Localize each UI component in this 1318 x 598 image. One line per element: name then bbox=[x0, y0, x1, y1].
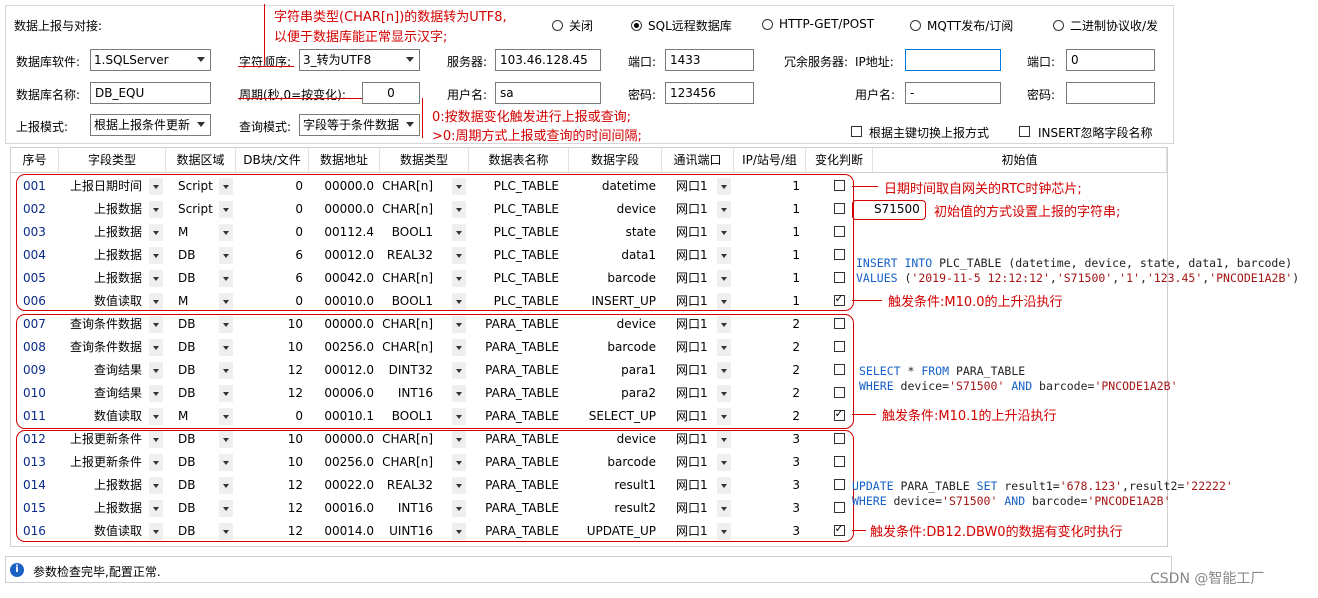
char-order-select[interactable]: 3_转为UTF8 bbox=[299, 49, 420, 71]
datetime-pointer bbox=[852, 186, 878, 187]
radio-http[interactable]: HTTP-GET/POST bbox=[762, 17, 874, 31]
period-note-line2: >0:周期方式上报或查询的时间间隔; bbox=[432, 129, 642, 144]
server-label: 服务器: bbox=[447, 55, 488, 69]
trigger1-pointer bbox=[852, 300, 882, 301]
sql-insert-line2: VALUES ('2019-11-5 12:12:12','S71500','1… bbox=[856, 271, 1300, 285]
radio-sql[interactable]: SQL远程数据库 bbox=[631, 17, 732, 34]
watermark: CSDN @智能工厂 bbox=[1150, 571, 1265, 587]
password2-input[interactable] bbox=[1066, 82, 1155, 104]
user2-input[interactable]: - bbox=[905, 82, 1001, 104]
trigger3-pointer bbox=[852, 530, 866, 531]
column-header[interactable]: 数据表名称 bbox=[469, 148, 569, 173]
period-underline bbox=[238, 98, 362, 99]
user-input[interactable]: sa bbox=[495, 82, 601, 104]
column-header[interactable]: 数据区域 bbox=[166, 148, 236, 173]
chevron-down-icon bbox=[197, 122, 205, 127]
radio-mqtt[interactable]: MQTT发布/订阅 bbox=[910, 17, 1013, 34]
column-header[interactable]: 数据地址 bbox=[309, 148, 380, 173]
period-input[interactable]: 0 bbox=[362, 82, 420, 104]
init-value-s71500[interactable]: S71500 bbox=[874, 198, 920, 221]
db-name-input[interactable]: DB_EQU bbox=[90, 82, 211, 104]
user-label: 用户名: bbox=[447, 88, 488, 102]
radio-mqtt-circle[interactable] bbox=[910, 20, 921, 31]
info-icon: i bbox=[10, 563, 24, 577]
period-note-pointer bbox=[422, 98, 431, 138]
period-note-line1: 0:按数据变化触发进行上报或查询; bbox=[432, 110, 632, 125]
server-input[interactable]: 103.46.128.45 bbox=[495, 49, 601, 71]
port-label: 端口: bbox=[628, 55, 657, 69]
insert-ignore-checkbox[interactable] bbox=[1019, 126, 1030, 137]
ip-label: IP地址: bbox=[855, 55, 894, 69]
column-header[interactable]: 通讯端口 bbox=[662, 148, 734, 173]
insert-ignore-label: INSERT忽略字段名称 bbox=[1038, 126, 1153, 140]
password-input[interactable]: 123456 bbox=[665, 82, 754, 104]
password2-label: 密码: bbox=[1027, 88, 1056, 102]
column-header[interactable]: 字段类型 bbox=[59, 148, 166, 173]
radio-close[interactable]: 关闭 bbox=[552, 17, 593, 34]
column-header[interactable]: DB块/文件 bbox=[236, 148, 309, 173]
radio-http-circle[interactable] bbox=[762, 18, 773, 30]
column-header[interactable]: 变化判断 bbox=[806, 148, 873, 173]
column-header[interactable]: 数据类型 bbox=[380, 148, 469, 173]
period-label: 周期(秒,0=按变化): bbox=[239, 88, 346, 102]
query-mode-label: 查询模式: bbox=[239, 120, 292, 134]
trigger3-note: 触发条件:DB12.DBW0的数据有变化时执行 bbox=[870, 525, 1123, 540]
sql-update-line1: UPDATE PARA_TABLE SET result1='678.123',… bbox=[852, 479, 1233, 493]
report-mode-label: 上报模式: bbox=[16, 120, 69, 134]
password-label: 密码: bbox=[628, 88, 657, 102]
column-header[interactable]: 序号 bbox=[11, 148, 59, 173]
report-mode-select[interactable]: 根据上报条件更新 bbox=[90, 114, 211, 136]
radio-close-circle[interactable] bbox=[552, 20, 563, 31]
sql-insert-line1: INSERT INTO PLC_TABLE (datetime, device,… bbox=[856, 256, 1293, 270]
radio-binary-circle[interactable] bbox=[1053, 20, 1064, 31]
group-insert-outline bbox=[16, 174, 854, 311]
chevron-down-icon bbox=[406, 57, 414, 62]
query-mode-select[interactable]: 字段等于条件数据 bbox=[299, 114, 420, 136]
port2-label: 端口: bbox=[1027, 55, 1056, 69]
switch-by-key-checkbox[interactable] bbox=[851, 126, 862, 137]
switch-by-key-label: 根据主键切换上报方式 bbox=[869, 126, 990, 140]
db-software-select[interactable]: 1.SQLServer bbox=[90, 49, 211, 71]
group-update-outline bbox=[16, 430, 854, 542]
redundant-server-label: 冗余服务器: bbox=[784, 55, 849, 69]
group-select-outline bbox=[16, 314, 854, 429]
trigger2-note: 触发条件:M10.1的上升沿执行 bbox=[882, 409, 1057, 424]
column-header[interactable]: IP/站号/组 bbox=[734, 148, 806, 173]
init-note: 初始值的方式设置上报的字符串; bbox=[934, 205, 1121, 220]
status-text: 参数检查完毕,配置正常. bbox=[33, 565, 161, 579]
user2-label: 用户名: bbox=[855, 88, 896, 102]
sql-select-line2: WHERE device='S71500' AND barcode='PNCOD… bbox=[859, 379, 1178, 393]
radio-sql-circle[interactable] bbox=[631, 20, 642, 31]
chevron-down-icon bbox=[406, 122, 414, 127]
trigger1-note: 触发条件:M10.0的上升沿执行 bbox=[888, 295, 1063, 310]
db-software-label: 数据库软件: bbox=[16, 55, 81, 69]
datetime-note: 日期时间取自网关的RTC时钟芯片; bbox=[884, 182, 1082, 197]
sql-update-line2: WHERE device='S71500' AND barcode='PNCOD… bbox=[852, 494, 1171, 508]
column-header[interactable]: 数据字段 bbox=[569, 148, 662, 173]
port-input[interactable]: 1433 bbox=[665, 49, 754, 71]
char-note-line1: 字符串类型(CHAR[n])的数据转为UTF8, bbox=[274, 10, 507, 25]
sql-select-line1: SELECT * FROM PARA_TABLE bbox=[859, 364, 1026, 378]
panel-title: 数据上报与对接: bbox=[14, 19, 103, 33]
ip-input[interactable] bbox=[905, 49, 1001, 71]
char-note-pointer bbox=[264, 4, 267, 64]
radio-binary[interactable]: 二进制协议收/发 bbox=[1053, 17, 1158, 34]
status-bar: i 参数检查完毕,配置正常. bbox=[5, 556, 1172, 583]
char-order-underline bbox=[238, 66, 294, 67]
port2-input[interactable]: 0 bbox=[1066, 49, 1155, 71]
db-name-label: 数据库名称: bbox=[16, 88, 81, 102]
column-header[interactable]: 初始值 bbox=[873, 148, 1167, 173]
chevron-down-icon bbox=[197, 57, 205, 62]
trigger2-pointer bbox=[852, 414, 876, 415]
char-note-line2: 以便于数据库能正常显示汉字; bbox=[274, 30, 448, 45]
